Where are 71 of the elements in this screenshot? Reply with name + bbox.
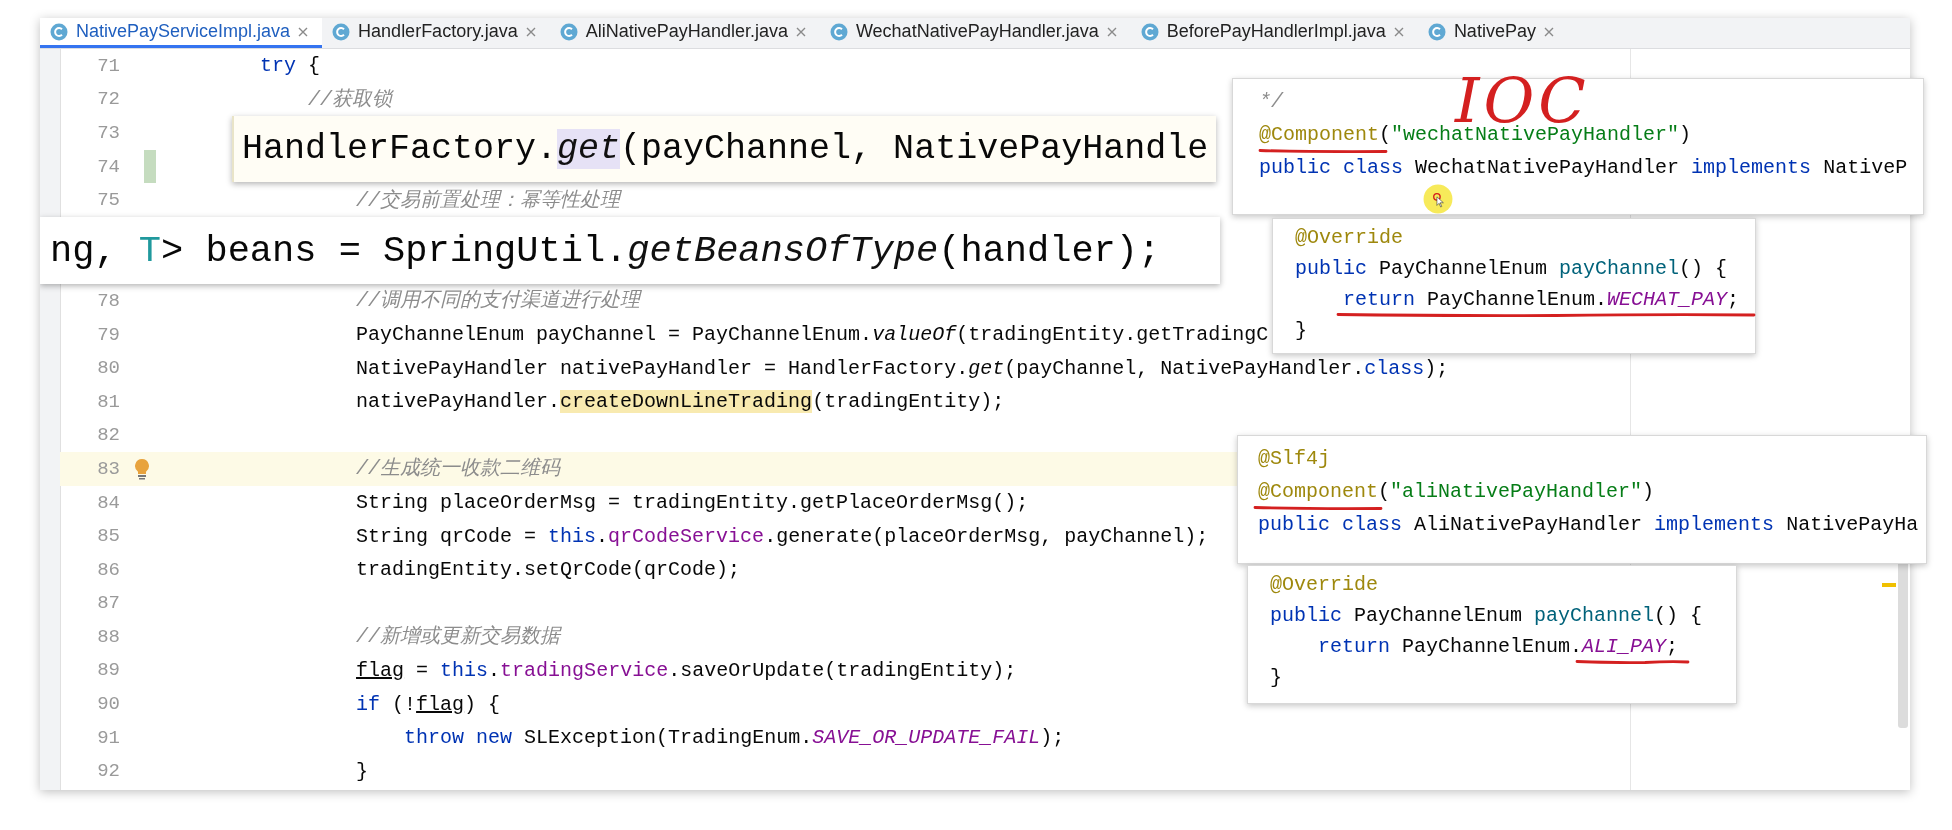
line-number: 88: [96, 625, 120, 648]
class-file-icon: [829, 22, 848, 41]
line-number: 89: [96, 659, 120, 682]
code-line: try {: [259, 53, 321, 80]
code-line: String qrCode = this.qrCodeService.generate(placeOrderMsg, payChannel);: [355, 523, 1209, 550]
code-line: nativePayHandler.createDownLineTrading(tradingEntity);: [355, 389, 1005, 416]
code-line: */: [1259, 89, 1283, 115]
close-icon[interactable]: [1393, 26, 1404, 37]
code-line: //获取锁: [307, 86, 393, 113]
line-number: 91: [96, 726, 120, 749]
line-number: 79: [96, 323, 120, 346]
lightbulb-icon[interactable]: [134, 457, 150, 480]
line-number: 82: [96, 424, 120, 447]
editor-tab[interactable]: WechatNativePayHandler.java: [819, 18, 1131, 48]
code-line: return PayChannelEnum.ALI_PAY;: [1317, 634, 1679, 660]
code-line: }: [1270, 665, 1282, 691]
code-line: PayChannelEnum payChannel = PayChannelEnum.valueOf(tradingEntity.getTradingC: [355, 322, 1269, 349]
editor-tab[interactable]: NativePay: [1417, 18, 1568, 48]
code-line: public class AliNativePayHandler implements NativePayHa: [1258, 512, 1919, 538]
code-line: //生成统一收款二维码: [355, 456, 561, 483]
editor-tab[interactable]: NativePayServiceImpl.java: [40, 18, 323, 48]
line-number: 75: [96, 189, 120, 212]
code-line: String placeOrderMsg = tradingEntity.getPlaceOrderMsg();: [355, 490, 1029, 516]
line-number: 71: [96, 54, 120, 77]
code-line: return PayChannelEnum.WECHAT_PAY;: [1342, 287, 1740, 313]
class-file-icon: [50, 22, 68, 41]
code-line: @Override: [1295, 225, 1404, 251]
code-line: NativePayHandler nativePayHandler = HandlerFactory.get(payChannel, NativePayHandler.class);: [355, 355, 1449, 382]
close-icon[interactable]: [1543, 26, 1554, 37]
code-line: throw new SLException(TradingEnum.SAVE_OR_UPDATE_FAIL);: [403, 725, 1065, 752]
close-icon[interactable]: [298, 26, 309, 37]
line-number: 86: [96, 558, 120, 581]
line-number: 74: [96, 155, 120, 178]
code-line: public PayChannelEnum payChannel() {: [1270, 603, 1703, 629]
code-line: @Slf4j: [1258, 446, 1330, 472]
editor-tab[interactable]: BeforePayHandlerImpl.java: [1130, 18, 1418, 48]
line-number: 87: [96, 592, 120, 615]
close-icon[interactable]: [795, 26, 806, 37]
code-line: flag = this.tradingService.saveOrUpdate(tradingEntity);: [355, 658, 1017, 684]
line-number: 90: [96, 693, 120, 716]
code-line: @Component("aliNativePayHandler"): [1258, 479, 1655, 505]
code-line: //新增或更新交易数据: [355, 624, 561, 651]
code-line: }: [355, 758, 369, 785]
code-line: public PayChannelEnum payChannel() {: [1295, 256, 1728, 282]
class-file-icon: [559, 22, 578, 41]
zoomed-code-callout: ng, T> beans = SpringUtil.getBeansOfType(handler);: [40, 216, 1220, 285]
code-line: tradingEntity.setQrCode(qrCode);: [355, 557, 741, 584]
line-number: 92: [96, 760, 120, 783]
class-file-icon: [1427, 22, 1446, 41]
line-number: 85: [96, 525, 120, 548]
close-icon[interactable]: [1106, 26, 1117, 37]
class-file-icon: [1140, 22, 1159, 41]
code-line: //交易前置处理：幂等性处理: [355, 187, 621, 214]
line-number: 81: [96, 390, 120, 413]
line-number: 84: [96, 491, 120, 514]
editor-tab[interactable]: AliNativePayHandler.java: [549, 18, 820, 48]
line-number: 78: [96, 289, 120, 312]
line-number: 73: [96, 122, 120, 144]
code-line: public class WechatNativePayHandler implements NativeP: [1259, 155, 1908, 181]
code-line: @Override: [1270, 572, 1379, 598]
editor-tab[interactable]: HandlerFactory.java: [322, 18, 550, 48]
warning-stripe: [1882, 583, 1896, 587]
line-number: 80: [96, 357, 120, 380]
line-number: 72: [96, 88, 120, 111]
zoomed-code-callout: HandlerFactory.get(payChannel, NativePayHandle: [232, 116, 1217, 182]
code-line: if (!flag) {: [355, 691, 501, 718]
class-file-icon: [332, 22, 351, 41]
code-line: }: [1295, 318, 1307, 344]
code-line: //调用不同的支付渠道进行处理: [355, 288, 641, 315]
line-number: 83: [96, 457, 120, 480]
close-icon[interactable]: [525, 26, 536, 37]
